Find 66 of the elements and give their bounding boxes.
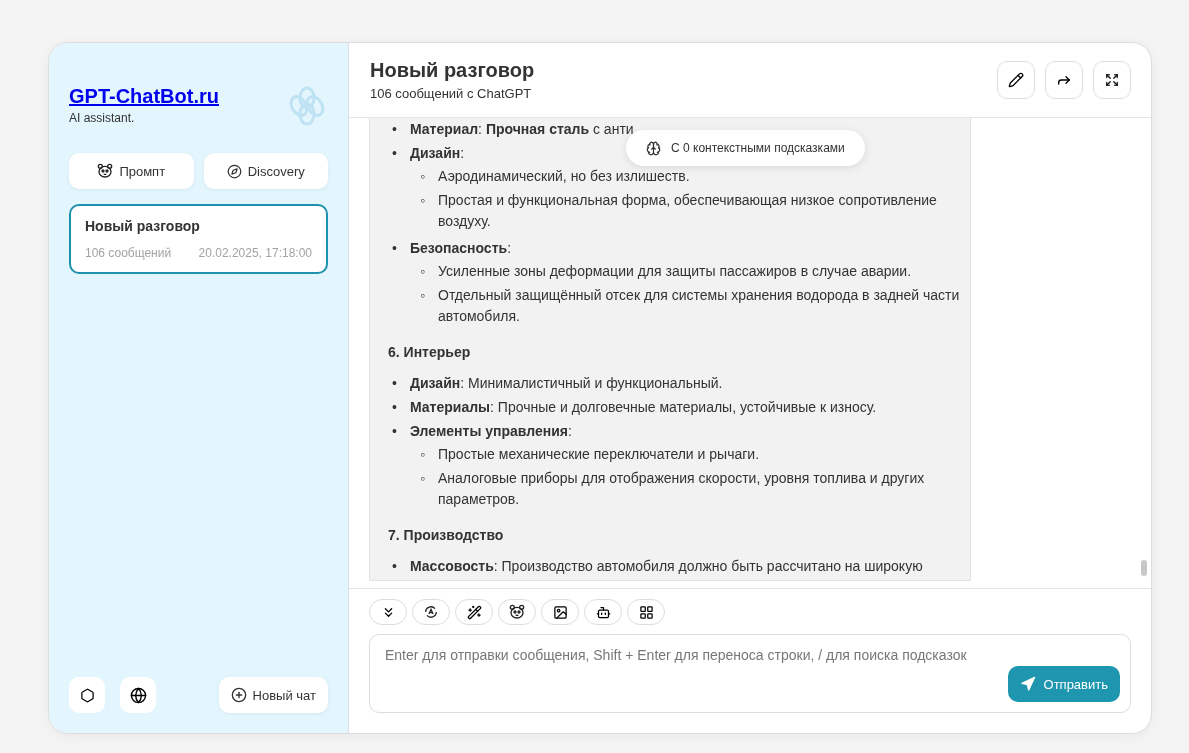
panda-icon (97, 163, 114, 179)
bot-icon (595, 604, 611, 620)
pencil-icon (1008, 72, 1024, 88)
section-heading: 7. Производство (388, 526, 505, 545)
bullet: • (392, 557, 398, 576)
scroll-down-button[interactable] (369, 599, 407, 625)
message-count: 106 сообщений (85, 246, 172, 260)
sub-item-text: Аэродинамический, но без излишеств. (438, 167, 690, 186)
chat-subtitle: 106 сообщений с ChatGPT (370, 86, 533, 101)
edit-button[interactable] (997, 61, 1035, 99)
magic-button[interactable] (455, 599, 493, 625)
list-item-text: Элементы управления: (410, 422, 572, 441)
prompt-tool-button[interactable] (498, 599, 536, 625)
section-heading: 6. Интерьер (388, 343, 472, 362)
expand-icon (1105, 73, 1119, 87)
chat-title: Новый разговор (370, 59, 535, 82)
translate-button[interactable] (412, 599, 450, 625)
refresh-letter-icon (423, 604, 439, 620)
image-button[interactable] (541, 599, 579, 625)
language-button[interactable] (120, 677, 156, 713)
globe-icon (129, 686, 147, 704)
grid-icon (638, 604, 654, 620)
bullet: ◦ (420, 469, 426, 488)
sub-item-text: Простые механические переключатели и рычаги. (438, 445, 760, 464)
bullet: • (392, 422, 398, 441)
brand-link[interactable]: GPT-ChatBot.ru (69, 85, 219, 108)
list-item-text: Массовость: Производство автомобиля должно быть рассчитано на широкую (410, 557, 923, 576)
discovery-button[interactable]: Discovery (203, 153, 328, 189)
list-item-text: Дизайн: (410, 144, 465, 163)
compass-icon (226, 163, 242, 179)
settings-icon (79, 687, 95, 703)
list-item-text: Безопасность: (410, 239, 511, 258)
sub-item-text: Отдельный защищённый отсек для системы хранения водорода в задней части автомобиля. (438, 286, 960, 326)
brain-icon (646, 140, 661, 156)
bullet: ◦ (420, 286, 426, 305)
conversation-date: 20.02.2025, 17:18:00 (198, 246, 312, 260)
bullet: ◦ (420, 262, 426, 281)
apps-button[interactable] (627, 599, 665, 625)
share-button[interactable] (1045, 61, 1083, 99)
image-icon (552, 604, 568, 620)
scrollbar-thumb[interactable] (1141, 560, 1147, 576)
bullet: • (392, 398, 398, 417)
list-item-text: Материалы: Прочные и долговечные материалы, устойчивые к износу. (410, 398, 877, 417)
plus-icon (230, 687, 247, 703)
sub-item-text: Аналоговые приборы для отображения скорости, уровня топлива и других параметров. (438, 469, 926, 509)
list-item-text: Дизайн: Минималистичный и функциональный. (410, 374, 723, 393)
panda-icon (509, 604, 525, 620)
bot-button[interactable] (584, 599, 622, 625)
bullet: • (392, 120, 398, 139)
bullet: ◦ (420, 167, 426, 186)
bullet: • (392, 374, 398, 393)
send-icon (1019, 676, 1036, 692)
sub-item-text: Усиленные зоны деформации для защиты пассажиров в случае аварии. (438, 262, 912, 281)
fullscreen-button[interactable] (1093, 61, 1131, 99)
bullet: • (392, 144, 398, 163)
bullet: • (392, 239, 398, 258)
new-chat-button[interactable]: Новый чат (218, 677, 328, 713)
bullet: ◦ (420, 191, 426, 210)
prompt-button[interactable]: Промпт (69, 153, 194, 189)
sub-item-text: Простая и функциональная форма, обеспечивающая низкое сопротивление воздуху. (438, 191, 938, 231)
conversation-title: Новый разговор (85, 218, 201, 234)
tagline: AI assistant. (69, 111, 136, 125)
wand-icon (466, 604, 482, 620)
conversation-card[interactable]: Новый разговор 106 сообщений 20.02.2025, 17:18:00 (69, 204, 328, 274)
bullet: ◦ (420, 445, 426, 464)
settings-button[interactable] (69, 677, 105, 713)
